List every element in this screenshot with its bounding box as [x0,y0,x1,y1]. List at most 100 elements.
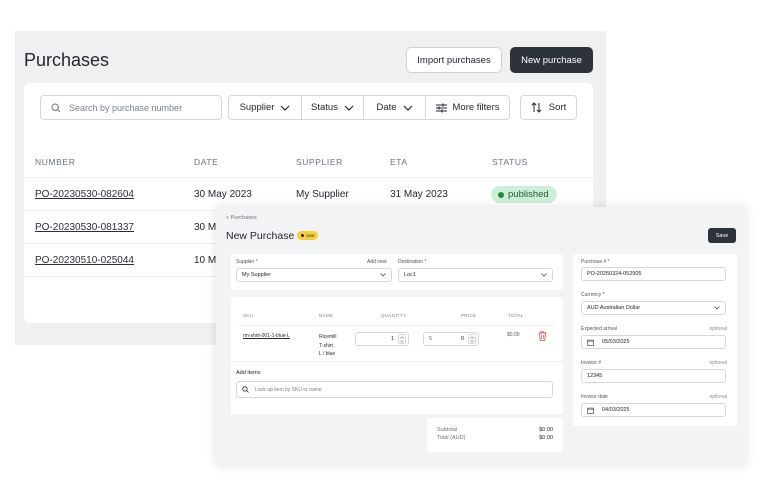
chevron-down-icon [403,105,412,111]
sort-button[interactable]: Sort [520,95,577,120]
new-badge: new [297,231,319,240]
status-filter[interactable]: Status [302,96,364,119]
destination-label: Destination * [398,259,427,265]
new-badge-dot [301,234,304,237]
column-header-status: STATUS [492,157,528,167]
supplier-select-value: My Supplier [242,272,272,278]
chevron-down-icon [714,306,720,310]
chevron-up-icon [400,335,404,339]
date-filter-label: Date [376,102,397,113]
chevron-down-icon [541,273,547,277]
column-header-date: DATE [194,157,219,167]
line-item-name-line: L / blue [319,351,336,357]
save-button[interactable]: Save [708,228,736,243]
destination-select[interactable]: Loc1 [398,268,553,282]
calendar-icon [587,338,594,346]
column-header-sku: SKU [243,313,254,318]
divider [239,325,555,326]
total-label: Total (AUD) [437,435,466,441]
subtotal-value: $0.00 [539,427,553,433]
column-header-supplier: SUPPLIER [296,157,343,167]
purchase-number-label: Purchase # * [581,259,610,265]
new-purchase-window: < Purchases New Purchase new Save Suppli… [216,207,746,465]
new-purchase-button[interactable]: New purchase [510,47,593,73]
sort-label: Sort [548,102,567,113]
purchase-number-link[interactable]: PO-20230510-025044 [35,255,134,266]
chevron-down-icon [400,339,404,343]
purchase-date: 30 M [194,222,217,233]
new-badge-label: new [306,233,315,238]
purchase-date: 30 May 2023 [194,189,252,200]
column-header-eta: ETA [390,157,408,167]
search-placeholder: Search by purchase number [69,102,183,113]
status-badge-label: published [508,189,549,200]
search-icon [51,102,61,112]
add-items-section: Add items Look up item by SKU or name [231,361,563,414]
import-purchases-button[interactable]: Import purchases [406,47,502,73]
quantity-stepper[interactable]: 1 [355,332,409,346]
total-value: $0.00 [539,435,553,441]
expected-arrival-input[interactable]: 05/03/2025 [581,335,726,349]
status-dot [498,191,504,198]
price-prefix: 5 [429,336,433,342]
optional-label: optional [709,360,727,366]
currency-select-value: AUD Australian Dollar [587,305,641,311]
chevron-up-icon [470,335,474,339]
line-item-name-line: Ricemill [319,334,337,340]
column-header-number: NUMBER [35,157,76,167]
line-item-total: $0.00 [507,332,520,338]
purchase-number-input[interactable]: PO-20250324-052905 [581,267,726,281]
more-filters-label: More filters [452,102,500,113]
destination-select-value: Loc1 [404,272,416,278]
currency-select[interactable]: AUD Australian Dollar [581,301,726,315]
supplier-select[interactable]: My Supplier [236,268,392,282]
optional-label: optional [709,326,727,332]
purchase-number-link[interactable]: PO-20230530-081337 [35,222,134,233]
purchase-number-link[interactable]: PO-20230530-082604 [35,189,134,200]
invoice-date-label: Invoice date [581,394,608,400]
quantity-value: 1 [390,336,394,342]
column-header-total: TOTAL [508,313,524,318]
line-item-sku-link[interactable]: rm-shirt-001-1-blue-L [243,333,290,339]
table-header: NUMBER DATE SUPPLIER ETA STATUS [24,143,593,178]
invoice-date-input[interactable]: 04/03/2025 [581,403,726,417]
invoice-number-value: 12345 [587,373,603,379]
date-filter[interactable]: Date [364,96,426,119]
breadcrumb[interactable]: < Purchases [226,215,257,221]
status-filter-label: Status [311,102,338,113]
price-value: 0 [460,336,464,342]
chevron-down-icon [470,339,474,343]
sort-icon [531,102,542,113]
chevron-down-icon [344,105,354,111]
line-item-name: Ricemill T-shirt L / blue [319,333,349,359]
price-spinner[interactable] [468,334,476,344]
expected-arrival-value: 05/03/2025 [602,339,630,345]
column-header-price: PRICE [461,313,477,318]
purchase-date: 10 M [194,255,217,266]
add-new-supplier-link[interactable]: Add new [367,259,386,265]
supplier-label: Supplier * [236,259,258,265]
purchase-number-value: PO-20250324-052905 [587,271,642,277]
search-input[interactable]: Search by purchase number [40,95,222,120]
expected-arrival-label: Expected arrival [581,326,617,332]
summary-panel: Subtotal $0.00 Total (AUD) $0.00 [427,418,563,452]
subtotal-label: Subtotal [437,427,458,433]
line-item-name-line: T-shirt [319,342,333,349]
invoice-number-input[interactable]: 12345 [581,369,726,383]
filter-bar: Supplier Status Date More filters [228,95,510,120]
search-icon [242,386,249,393]
supplier-filter-label: Supplier [239,102,275,113]
item-lookup-input[interactable]: Look up item by SKU or name [236,381,553,398]
supplier-destination-panel: Supplier * Add new My Supplier Destinati… [231,254,563,290]
quantity-spinner[interactable] [398,334,406,344]
supplier-filter[interactable]: Supplier [229,96,302,119]
modal-title: New Purchase [226,230,295,242]
trash-icon[interactable] [538,331,547,341]
chevron-down-icon [280,105,290,111]
currency-label: Currency * [581,292,605,298]
invoice-number-label: Invoice # [581,360,602,366]
more-filters-button[interactable]: More filters [426,96,509,119]
purchase-eta: 31 May 2023 [390,189,448,200]
price-input[interactable]: 5 0 [423,332,479,346]
calendar-icon [587,406,594,414]
